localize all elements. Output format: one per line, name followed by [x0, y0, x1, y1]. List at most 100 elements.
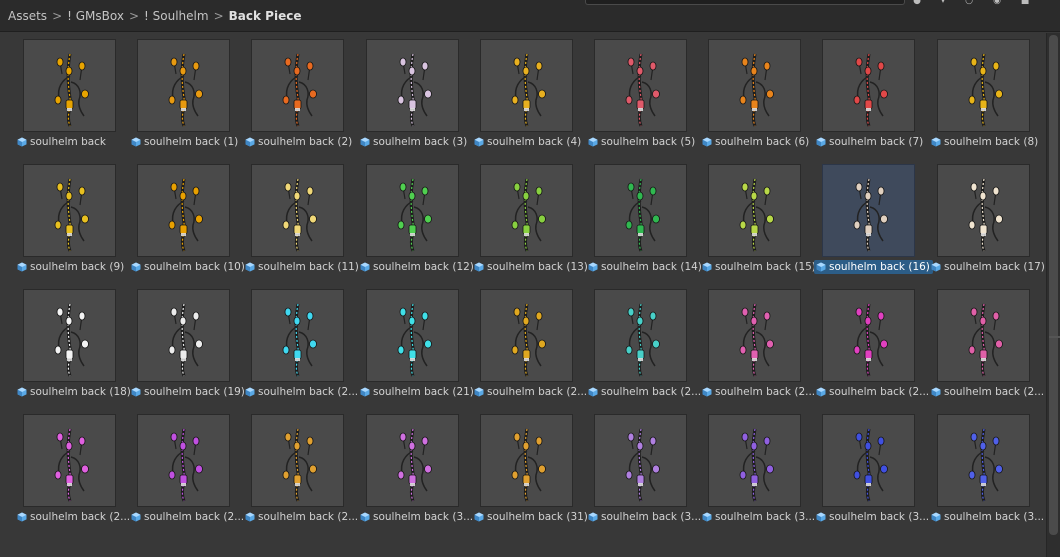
asset-label[interactable]: soulhelm back (2... — [472, 385, 590, 399]
asset-item[interactable]: soulhelm back (21) — [360, 289, 480, 409]
asset-label[interactable]: soulhelm back (2... — [15, 510, 133, 524]
asset-label[interactable]: soulhelm back (11) — [243, 260, 362, 274]
asset-label[interactable]: soulhelm back (6) — [700, 135, 812, 149]
asset-item[interactable]: soulhelm back (2... — [588, 289, 708, 409]
asset-label[interactable]: soulhelm back (14) — [586, 260, 705, 274]
asset-thumbnail[interactable] — [594, 164, 687, 257]
asset-item[interactable]: soulhelm back (16) — [814, 164, 936, 284]
asset-label[interactable]: soulhelm back (3... — [586, 510, 704, 524]
asset-thumbnail[interactable] — [137, 414, 230, 507]
asset-thumbnail[interactable] — [708, 164, 801, 257]
asset-item[interactable]: soulhelm back (2... — [245, 289, 365, 409]
asset-item[interactable]: soulhelm back (3... — [360, 414, 480, 534]
asset-item[interactable]: soulhelm back (2... — [702, 289, 822, 409]
asset-thumbnail[interactable] — [937, 164, 1030, 257]
asset-thumbnail[interactable] — [822, 39, 915, 132]
asset-thumbnail[interactable] — [137, 289, 230, 382]
asset-item[interactable]: soulhelm back (3... — [816, 414, 936, 534]
asset-label[interactable]: soulhelm back (2... — [129, 510, 247, 524]
asset-label[interactable]: soulhelm back (17) — [929, 260, 1048, 274]
asset-thumbnail[interactable] — [594, 39, 687, 132]
asset-label[interactable]: soulhelm back (13) — [472, 260, 591, 274]
asset-thumbnail[interactable] — [822, 289, 915, 382]
asset-label[interactable]: soulhelm back (4) — [472, 135, 584, 149]
asset-item[interactable]: soulhelm back (10) — [131, 164, 251, 284]
asset-thumbnail[interactable] — [937, 414, 1030, 507]
asset-label[interactable]: soulhelm back (3... — [358, 510, 476, 524]
asset-thumbnail[interactable] — [366, 289, 459, 382]
asset-label[interactable]: soulhelm back (31) — [472, 510, 591, 524]
asset-label[interactable]: soulhelm back (5) — [586, 135, 698, 149]
asset-item[interactable]: soulhelm back (19) — [131, 289, 251, 409]
asset-thumbnail[interactable] — [480, 289, 573, 382]
asset-item[interactable]: soulhelm back (18) — [17, 289, 137, 409]
count-icon[interactable]: ■ — [1018, 0, 1032, 6]
asset-item[interactable]: soulhelm back (31) — [474, 414, 594, 534]
asset-thumbnail[interactable] — [251, 164, 344, 257]
asset-thumbnail[interactable] — [251, 289, 344, 382]
vertical-scrollbar[interactable] — [1046, 33, 1060, 557]
search-input[interactable] — [585, 0, 905, 5]
asset-thumbnail[interactable] — [366, 414, 459, 507]
scrollbar-thumb[interactable] — [1049, 35, 1058, 535]
asset-item[interactable]: soulhelm back (3... — [588, 414, 708, 534]
star-icon[interactable]: ○ — [962, 0, 976, 6]
asset-thumbnail[interactable] — [937, 39, 1030, 132]
asset-item[interactable]: soulhelm back (12) — [360, 164, 480, 284]
asset-thumbnail[interactable] — [251, 39, 344, 132]
asset-label[interactable]: soulhelm back (2... — [586, 385, 704, 399]
asset-label[interactable]: soulhelm back (2... — [700, 385, 818, 399]
asset-thumbnail[interactable] — [251, 414, 344, 507]
asset-item[interactable]: soulhelm back (3) — [360, 39, 480, 159]
asset-thumbnail[interactable] — [137, 164, 230, 257]
asset-label[interactable]: soulhelm back (15) — [700, 260, 819, 274]
eye-icon[interactable]: ◉ — [990, 0, 1004, 6]
asset-item[interactable]: soulhelm back (9) — [17, 164, 137, 284]
asset-label[interactable]: soulhelm back (3... — [814, 510, 932, 524]
asset-item[interactable]: soulhelm back (15) — [702, 164, 822, 284]
asset-label[interactable]: soulhelm back (9) — [15, 260, 127, 274]
asset-label[interactable]: soulhelm back (12) — [358, 260, 477, 274]
asset-item[interactable]: soulhelm back (7) — [816, 39, 936, 159]
asset-label[interactable]: soulhelm back (2... — [243, 385, 361, 399]
asset-item[interactable]: soulhelm back (3... — [702, 414, 822, 534]
asset-label[interactable]: soulhelm back (18) — [15, 385, 134, 399]
asset-thumbnail[interactable] — [594, 414, 687, 507]
asset-label[interactable]: soulhelm back (8) — [929, 135, 1041, 149]
asset-thumbnail[interactable] — [822, 414, 915, 507]
asset-thumbnail[interactable] — [708, 39, 801, 132]
breadcrumb-soulhelm[interactable]: ! Soulhelm — [144, 9, 209, 23]
asset-item[interactable]: soulhelm back (2... — [816, 289, 936, 409]
breadcrumb-back-piece[interactable]: Back Piece — [229, 9, 302, 23]
asset-thumbnail[interactable] — [137, 39, 230, 132]
asset-label[interactable]: soulhelm back (2... — [814, 385, 932, 399]
asset-thumbnail[interactable] — [822, 164, 915, 257]
asset-item[interactable]: soulhelm back (2... — [131, 414, 251, 534]
filter-icon[interactable]: ▾ — [936, 0, 950, 6]
breadcrumb-gmsbox[interactable]: ! GMsBox — [67, 9, 124, 23]
asset-label[interactable]: soulhelm back (21) — [358, 385, 477, 399]
asset-item[interactable]: soulhelm back (2) — [245, 39, 365, 159]
asset-label[interactable]: soulhelm back (2... — [929, 385, 1047, 399]
asset-item[interactable]: soulhelm back (14) — [588, 164, 708, 284]
asset-thumbnail[interactable] — [366, 164, 459, 257]
asset-label[interactable]: soulhelm back (3) — [358, 135, 470, 149]
asset-label[interactable]: soulhelm back (7) — [814, 135, 926, 149]
asset-thumbnail[interactable] — [480, 164, 573, 257]
asset-thumbnail[interactable] — [937, 289, 1030, 382]
asset-label[interactable]: soulhelm back (19) — [129, 385, 248, 399]
asset-thumbnail[interactable] — [366, 39, 459, 132]
asset-item[interactable]: soulhelm back (4) — [474, 39, 594, 159]
asset-item[interactable]: soulhelm back (8) — [931, 39, 1051, 159]
asset-thumbnail[interactable] — [23, 289, 116, 382]
asset-thumbnail[interactable] — [23, 164, 116, 257]
asset-thumbnail[interactable] — [708, 414, 801, 507]
asset-thumbnail[interactable] — [480, 414, 573, 507]
asset-item[interactable]: soulhelm back (2... — [931, 289, 1051, 409]
asset-item[interactable]: soulhelm back — [17, 39, 137, 159]
asset-label[interactable]: soulhelm back (3... — [700, 510, 818, 524]
asset-item[interactable]: soulhelm back (17) — [931, 164, 1051, 284]
asset-item[interactable]: soulhelm back (6) — [702, 39, 822, 159]
asset-item[interactable]: soulhelm back (2... — [245, 414, 365, 534]
asset-item[interactable]: soulhelm back (5) — [588, 39, 708, 159]
